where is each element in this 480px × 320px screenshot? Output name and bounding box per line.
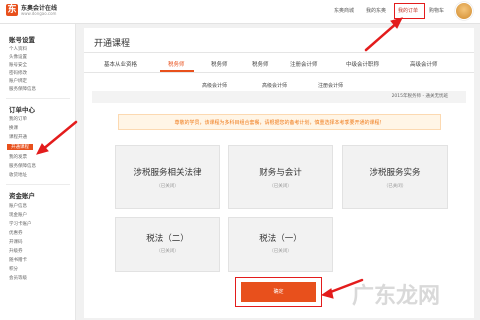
sidebar-item[interactable]: 个人资料 [9, 46, 27, 52]
course-card-status: （已关闭） [156, 184, 179, 189]
tab-divider [84, 72, 474, 73]
sidebar-heading-funds: 资金账户 [9, 192, 35, 200]
sidebar-divider [6, 98, 70, 99]
tab-cpa[interactable]: 注册会计师 [290, 60, 318, 68]
sidebar-heading-orders: 订单中心 [9, 106, 35, 114]
sidebar-item[interactable]: 课程开通 [9, 134, 27, 140]
tab-senior-accountant[interactable]: 高级会计师 [410, 60, 438, 68]
sidebar-item[interactable]: 服务保障信息 [9, 163, 36, 169]
course-card-title: 涉税服务实务 [369, 168, 421, 178]
logo-mark: 东 [6, 4, 18, 16]
course-card-title: 涉税服务相关法律 [133, 168, 202, 178]
sidebar: 账号设置 个人资料 头像设置 账号安全 密码修改 账户绑定 服务保障信息 订单中… [0, 24, 76, 320]
course-card[interactable]: 税法（一） （已关闭） [228, 217, 333, 272]
sidebar-item[interactable]: 学习卡账户 [9, 221, 32, 227]
sidebar-item[interactable]: 积分 [9, 266, 18, 272]
sidebar-item[interactable]: 服务保障信息 [9, 86, 36, 92]
sidebar-item[interactable]: 账号安全 [9, 62, 27, 68]
sidebar-item[interactable]: 换课 [9, 125, 18, 131]
sidebar-item[interactable]: 升级券 [9, 248, 23, 254]
confirm-button[interactable]: 确定 [241, 282, 316, 302]
my-orders-highlight [394, 3, 425, 19]
course-card-title: 税法（二） [146, 234, 189, 244]
sidebar-item[interactable]: 密码修改 [9, 70, 27, 76]
main-panel: 开通课程 基本从业资格 税务师 税务师 税务师 注册会计师 中级会计职称 高级会… [84, 28, 474, 318]
top-bar: 东 东奥会计在线 www.dongao.com 东奥商城 我的东奥 我的订单 购… [0, 0, 480, 24]
avatar[interactable] [455, 2, 473, 20]
sidebar-item[interactable]: 优惠券 [9, 230, 23, 236]
sidebar-item[interactable]: 我的订单 [9, 116, 27, 122]
subtab-senior-accountant[interactable]: 高级会计师 [262, 82, 287, 89]
title-divider [84, 52, 474, 53]
course-card-title: 税法（一） [259, 234, 302, 244]
sidebar-divider [6, 184, 70, 185]
site-logo[interactable]: 东 东奥会计在线 www.dongao.com [6, 3, 57, 19]
notice-text: 尊敬的学员，该课程为多科目组合套餐，请根据您的备考计划，慎重选择本考季要开通的课… [174, 120, 385, 126]
course-package-header: 2015年税务师 - 通关无忧班 [92, 91, 466, 103]
tab-basic-qualification[interactable]: 基本从业资格 [104, 60, 137, 68]
tab-tax-advisor[interactable]: 税务师 [211, 60, 228, 68]
tab-tax-advisor-active[interactable]: 税务师 [168, 60, 185, 68]
logo-url: www.dongao.com [21, 11, 57, 16]
course-card-status: （已关闭） [156, 249, 179, 254]
course-package-name: 2015年税务师 - 通关无忧班 [391, 94, 448, 99]
tab-intermediate-accountant[interactable]: 中级会计职称 [346, 60, 379, 68]
sidebar-item[interactable]: 开课码 [9, 239, 23, 245]
sidebar-item[interactable]: 会员等级 [9, 275, 27, 281]
course-card[interactable]: 财务与会计 （已关闭） [228, 145, 333, 209]
course-card[interactable]: 税法（二） （已关闭） [115, 217, 220, 272]
sidebar-item[interactable]: 现金账户 [9, 212, 27, 218]
sidebar-item[interactable]: 账户绑定 [9, 78, 27, 84]
tab-tax-advisor[interactable]: 税务师 [252, 60, 269, 68]
sidebar-item[interactable]: 头像设置 [9, 54, 27, 60]
sidebar-item[interactable]: 随书赠卡 [9, 257, 27, 263]
nav-my-dongao-link[interactable]: 我的东奥 [366, 7, 386, 14]
watermark: 广东龙网 [352, 283, 441, 309]
page: 东 东奥会计在线 www.dongao.com 东奥商城 我的东奥 我的订单 购… [0, 0, 480, 320]
notice-banner: 尊敬的学员，该课程为多科目组合套餐，请根据您的备考计划，慎重选择本考季要开通的课… [118, 114, 441, 130]
course-card[interactable]: 涉税服务相关法律 （已关闭） [115, 145, 220, 209]
subtab-senior-accountant[interactable]: 高级会计师 [202, 82, 227, 89]
course-card-status: （已关闭） [269, 249, 292, 254]
course-card-status: （已关闭） [383, 184, 407, 189]
course-card-title: 财务与会计 [259, 168, 302, 178]
course-card-status: （已关闭） [269, 184, 292, 189]
sidebar-item[interactable]: 我的发票 [9, 154, 27, 160]
course-card[interactable]: 涉税服务实务 （已关闭） [342, 145, 448, 209]
sidebar-item[interactable]: 账户信息 [9, 203, 27, 209]
sidebar-item-open-course[interactable]: 开通课程 [7, 144, 33, 150]
sidebar-item[interactable]: 收货地址 [9, 172, 27, 178]
sidebar-heading-account: 账号设置 [9, 36, 35, 44]
nav-cart-link[interactable]: 购物车 [429, 7, 444, 14]
nav-shop-link[interactable]: 东奥商城 [334, 7, 354, 14]
page-title: 开通课程 [94, 39, 131, 49]
subtab-cpa[interactable]: 注册会计师 [318, 82, 343, 89]
